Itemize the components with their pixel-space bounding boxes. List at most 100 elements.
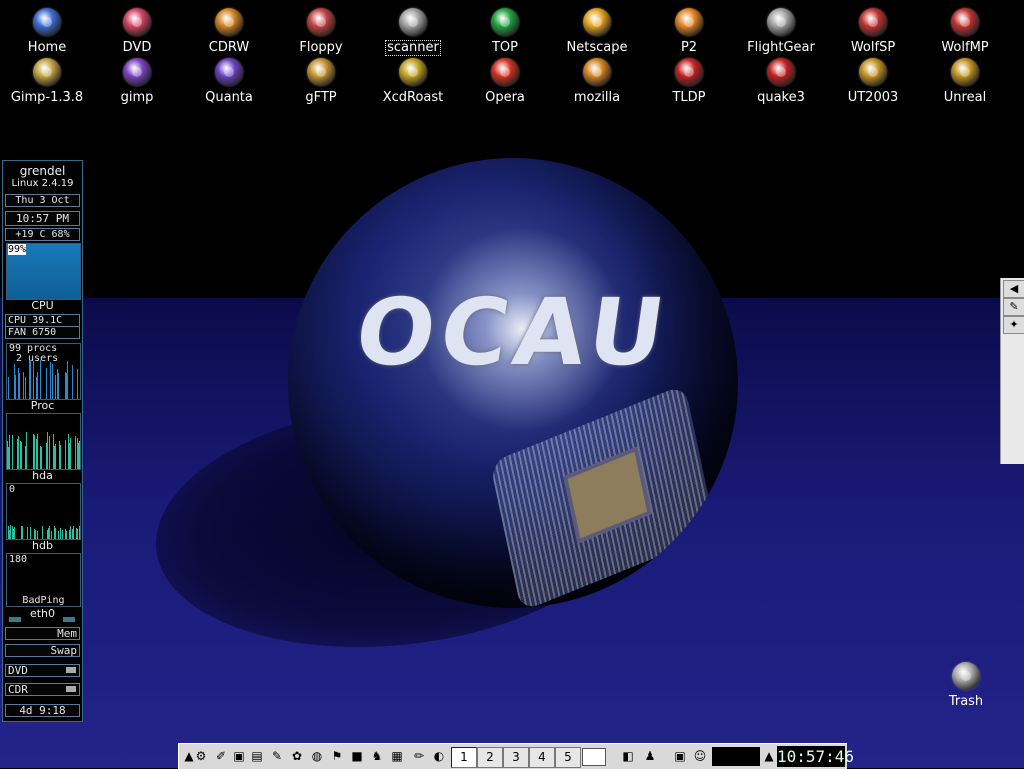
monitor-bar [55,375,56,399]
monitor-kernel: Linux 2.4.19 [11,178,74,189]
wolfmp-icon [951,8,979,36]
wolfsp-icon [859,8,887,36]
monitor-bar [10,525,11,539]
pencil-icon[interactable]: ✐ [213,748,229,764]
gimp-icon [123,58,151,86]
desktop-icon-label: Trash [948,694,984,709]
wallpaper-cpu-core [563,446,652,544]
ping-value: 180 [9,554,28,565]
monitor-bar [49,526,50,539]
monitor-bar [19,373,20,399]
desktop-icon-tldp[interactable]: TLDP [644,52,734,105]
monitor-bar [60,445,61,469]
workspace-3-button[interactable]: 3 [503,747,529,768]
taskbar-clock[interactable]: 10:57:46 [777,746,854,767]
desktop-icon-gimp-1-3-8[interactable]: Gimp-1.3.8 [2,52,92,105]
desktop-icon-wolfsp[interactable]: WolfSP [828,2,918,55]
globe-icon[interactable]: ◍ [309,748,325,764]
mem-label: Mem [57,627,77,640]
desktop-icon-label: UT2003 [847,90,899,105]
window-list-icon[interactable] [582,748,606,766]
tray-arrow-icon[interactable]: ▲ [761,748,777,764]
ut2003-icon [859,58,887,86]
desktop-icon-flightgear[interactable]: FlightGear [736,2,826,55]
xcdroast-icon [399,58,427,86]
mem-meter: Mem [5,627,80,640]
desktop-icon-label: Gimp-1.3.8 [10,90,84,105]
tux-icon[interactable]: ♟ [642,748,658,764]
monitor-bar [46,368,47,399]
desktop-icon-gimp[interactable]: gimp [92,52,182,105]
desktop-icon-ut2003[interactable]: UT2003 [828,52,918,105]
dock-palette-icon[interactable]: ✦ [1003,316,1024,334]
chess-icon[interactable]: ♞ [369,748,385,764]
desktop-icon-p2[interactable]: P2 [644,2,734,55]
monitor-bar [8,377,9,399]
workspace-2-button[interactable]: 2 [477,747,503,768]
swap-meter: Swap [5,644,80,657]
desktop-icon-floppy[interactable]: Floppy [276,2,366,55]
opera-icon [491,58,519,86]
desktop-icon-scanner[interactable]: scanner [368,2,458,56]
dvd-drive[interactable]: DVD [5,664,80,677]
cpu-label: CPU [31,299,54,312]
monitor-bar [79,441,80,469]
tldp-icon [675,58,703,86]
palette-icon[interactable]: ✿ [289,748,305,764]
hdb-value: 0 [9,484,16,495]
monitor-bar [18,436,19,469]
monitor-bar [65,440,66,469]
user-icon[interactable]: ☺ [692,748,708,764]
monitor-bar [41,447,42,469]
color-icon[interactable]: ◐ [431,748,447,764]
map-icon[interactable]: ▤ [249,748,265,764]
cdr-eject-button[interactable] [66,686,76,692]
flag-icon[interactable]: ⚑ [329,748,345,764]
trash-icon [952,662,980,690]
dock-arrow-left-icon[interactable]: ◀ [1003,280,1024,298]
cdr-label: CDR [8,683,28,696]
desktop-icon-unreal[interactable]: Unreal [920,52,1010,105]
desktop-icon-trash[interactable]: Trash [921,656,1011,709]
hdb-label: hdb [32,539,53,552]
desktop-icon-top[interactable]: TOP [460,2,550,55]
dock-brush-icon[interactable]: ✎ [1003,298,1024,316]
desktop-icon-gftp[interactable]: gFTP [276,52,366,105]
desktop-icon-mozilla[interactable]: mozilla [552,52,642,105]
desktop-icon-cdrw[interactable]: CDRW [184,2,274,55]
workspace-5-button[interactable]: 5 [555,747,581,768]
monitor-bar [52,364,53,399]
monitor-bar [37,434,38,469]
editor-icon[interactable]: ✎ [269,748,285,764]
desktop-icon-dvd[interactable]: DVD [92,2,182,55]
proc-label: Proc [30,399,55,412]
monitor-bar [21,442,22,469]
workspace-1-button[interactable]: 1 [451,747,477,768]
tools-icon[interactable]: ⚙ [193,748,209,764]
cpu-percent: 99% [8,244,27,255]
desktop-icon-label: Quanta [205,90,253,105]
brush-icon[interactable]: ✏ [411,748,427,764]
network-icon[interactable]: ▣ [672,748,688,764]
desktop-icon-netscape[interactable]: Netscape [552,2,642,55]
desktop-icon-home[interactable]: Home [2,2,92,55]
desktop-icon-opera[interactable]: Opera [460,52,550,105]
hda-chart [6,413,81,470]
desktop-icon-label: Opera [485,90,525,105]
dvd-eject-button[interactable] [66,667,76,673]
monitor-icon[interactable]: ▣ [231,748,247,764]
box-icon[interactable]: ■ [349,748,365,764]
desktop-icon-quanta[interactable]: Quanta [184,52,274,105]
klipper-icon[interactable]: ◧ [620,748,636,764]
cdr-drive[interactable]: CDR [5,683,80,696]
scanner-icon [399,8,427,36]
desktop-icon-quake3[interactable]: quake3 [736,52,826,105]
monitor-bar [55,444,56,469]
workspace-4-button[interactable]: 4 [529,747,555,768]
monitor-bar [25,377,26,399]
desktop-icon-xcdroast[interactable]: XcdRoast [368,52,458,105]
desktop-icon-wolfmp[interactable]: WolfMP [920,2,1010,55]
mozilla-icon [583,58,611,86]
calculator-icon[interactable]: ▦ [389,748,405,764]
monitor-bar [34,435,35,469]
